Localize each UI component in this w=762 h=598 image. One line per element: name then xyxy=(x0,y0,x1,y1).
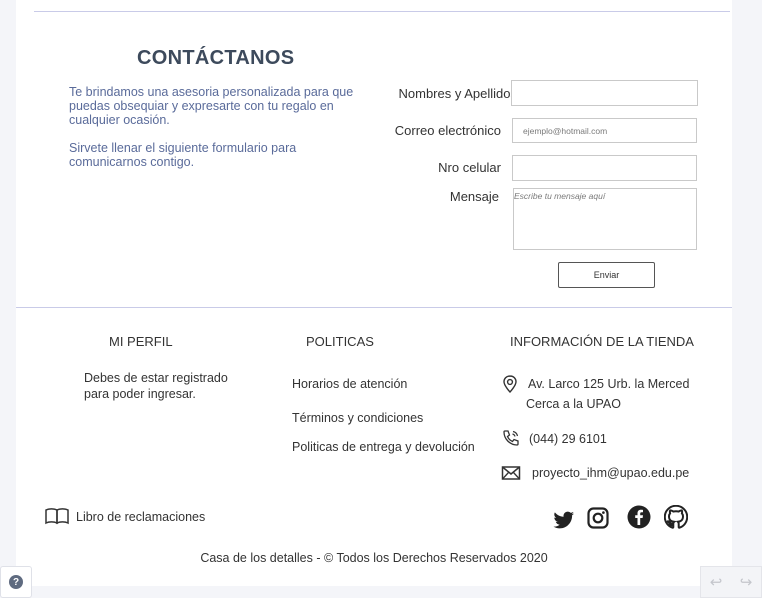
policies-heading: POLITICAS xyxy=(306,334,374,349)
history-nav: ↩ ↪ xyxy=(700,566,762,598)
policy-link-delivery[interactable]: Politicas de entrega y devolución xyxy=(292,439,475,455)
envelope-icon xyxy=(501,466,521,480)
policy-link-terms[interactable]: Términos y condiciones xyxy=(292,410,423,426)
question-icon: ? xyxy=(9,575,23,589)
help-button[interactable]: ? xyxy=(0,566,32,598)
store-address-line2: Cerca a la UPAO xyxy=(526,397,621,411)
email-field[interactable] xyxy=(512,118,697,143)
location-pin-icon xyxy=(503,375,517,394)
copyright-text: Casa de los detalles - © Todos los Derec… xyxy=(200,551,548,565)
phone-label: Nro celular xyxy=(438,160,501,175)
store-info-heading: INFORMACIÓN DE LA TIENDA xyxy=(510,334,694,349)
profile-heading: MI PERFIL xyxy=(109,334,173,349)
store-email: proyecto_ihm@upao.edu.pe xyxy=(532,466,690,480)
top-divider xyxy=(34,11,730,12)
name-field[interactable] xyxy=(511,80,698,106)
twitter-icon[interactable] xyxy=(552,508,576,532)
send-button[interactable]: Enviar xyxy=(558,262,655,288)
book-icon xyxy=(45,508,69,525)
message-label: Mensaje xyxy=(449,189,499,204)
contact-form-hint: Sirvete llenar el siguiente formulario p… xyxy=(69,141,297,169)
email-label: Correo electrónico xyxy=(394,123,501,138)
instagram-icon[interactable] xyxy=(586,506,610,530)
contact-intro-text: Te brindamos una asesoria personalizada … xyxy=(69,85,354,127)
footer-divider xyxy=(16,307,732,308)
name-label: Nombres y Apellidos xyxy=(398,86,518,101)
message-field[interactable] xyxy=(513,188,697,250)
redo-arrow-icon[interactable]: ↪ xyxy=(740,573,753,591)
complaints-book-label: Libro de reclamaciones xyxy=(76,510,206,524)
github-icon[interactable] xyxy=(664,505,688,529)
store-address-line1: Av. Larco 125 Urb. la Merced xyxy=(528,377,690,391)
profile-text-line1: Debes de estar registrado xyxy=(84,371,228,385)
policy-link-hours[interactable]: Horarios de atención xyxy=(292,376,407,392)
store-phone: (044) 29 6101 xyxy=(529,432,607,446)
facebook-icon[interactable] xyxy=(627,505,651,529)
profile-text-line2: para poder ingresar. xyxy=(84,387,196,401)
contact-title: CONTÁCTANOS xyxy=(137,47,295,69)
undo-arrow-icon[interactable]: ↩ xyxy=(710,573,723,591)
phone-field[interactable] xyxy=(512,155,697,181)
phone-icon xyxy=(503,430,519,446)
page-content: CONTÁCTANOS Te brindamos una asesoria pe… xyxy=(16,0,732,586)
